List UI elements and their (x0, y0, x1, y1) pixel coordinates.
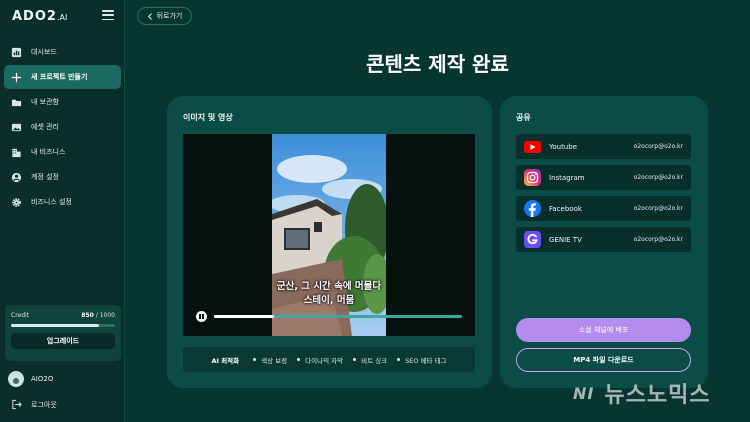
sidebar-item-business-settings[interactable]: 비즈니스 설정 (4, 190, 121, 214)
sidebar-item-assets[interactable]: 에셋 관리 (4, 115, 121, 139)
back-label: 뒤로가기 (156, 12, 183, 20)
channel-account: o2ocorp@o2o.kr (633, 205, 683, 212)
building-icon (11, 147, 22, 158)
credit-count: 850 / 1000 (81, 312, 115, 319)
logout-button[interactable]: 로그아웃 (11, 399, 57, 410)
genie-tv-icon (524, 231, 541, 248)
sidebar-item-label: 계정 설정 (31, 173, 59, 181)
channel-facebook[interactable]: Facebook o2ocorp@o2o.kr (516, 196, 691, 221)
channel-name: Instagram (549, 173, 585, 182)
youtube-icon (524, 138, 541, 155)
credit-box: Credit 850 / 1000 업그레이드 (5, 305, 121, 361)
chevron-left-icon (147, 12, 152, 20)
download-mp4-button[interactable]: MP4 파일 다운로드 (516, 348, 691, 372)
user-name: AIO2O (31, 375, 54, 383)
logout-icon (12, 399, 22, 410)
sidebar-item-label: 비즈니스 설정 (31, 198, 72, 206)
upgrade-button[interactable]: 업그레이드 (11, 333, 115, 349)
channel-genie-tv[interactable]: GENIE TV o2ocorp@o2o.kr (516, 227, 691, 252)
media-panel: 이미지 및 영상 군산, 그 시간 속에 머물다 스테이, 머뭄 AI 최적화 … (167, 96, 492, 388)
logout-label: 로그아웃 (31, 400, 57, 409)
watermark-logo: NI (573, 383, 595, 403)
channel-name: GENIE TV (549, 235, 582, 244)
sidebar-item-business[interactable]: 내 비즈니스 (4, 140, 121, 164)
caption-line-1: 군산, 그 시간 속에 머물다 (276, 281, 382, 292)
sidebar-item-label: 에셋 관리 (31, 123, 59, 131)
watermark-text: 뉴스노믹스 (604, 383, 711, 408)
news-watermark: NI 뉴스노믹스 (573, 377, 711, 409)
credit-progress-bar (11, 324, 115, 327)
video-player[interactable]: 군산, 그 시간 속에 머물다 스테이, 머뭄 (183, 134, 475, 336)
channel-instagram[interactable]: Instagram o2ocorp@o2o.kr (516, 165, 691, 190)
facebook-icon (524, 200, 541, 217)
video-caption: 군산, 그 시간 속에 머물다 스테이, 머뭄 (183, 280, 475, 308)
feature-tag: 다이나믹 자막 (297, 355, 343, 365)
sidebar-item-account-settings[interactable]: 계정 설정 (4, 165, 121, 189)
channel-account: o2ocorp@o2o.kr (633, 174, 683, 181)
user-circle-icon (11, 172, 22, 183)
instagram-icon (524, 169, 541, 186)
image-icon (11, 122, 22, 133)
sidebar-item-label: 내 보관함 (31, 98, 59, 106)
share-panel-title: 공유 (516, 113, 531, 122)
channel-account: o2ocorp@o2o.kr (633, 236, 683, 243)
back-button[interactable]: 뒤로가기 (137, 7, 192, 25)
user-profile[interactable]: AIO2O (8, 371, 53, 387)
feature-tags: AI 최적화 색상 보정 다이나믹 자막 비트 싱크 SEO 메타 태그 (183, 347, 475, 372)
video-progress-bar[interactable] (214, 315, 462, 318)
feature-tag: AI 최적화 (211, 356, 240, 365)
feature-tag: 비트 싱크 (353, 355, 387, 365)
sidebar-item-library[interactable]: 내 보관함 (4, 90, 121, 114)
channel-name: Youtube (549, 142, 577, 151)
gear-icon (11, 197, 22, 208)
hamburger-menu-icon[interactable] (102, 10, 114, 20)
deploy-social-button[interactable]: 소셜 채널에 배포 (516, 318, 691, 342)
feature-tag: 색상 보정 (253, 355, 287, 365)
avatar (8, 371, 24, 387)
sidebar-item-label: 내 비즈니스 (31, 148, 66, 156)
folder-icon (11, 97, 22, 108)
media-panel-title: 이미지 및 영상 (183, 113, 233, 122)
share-panel: 공유 Youtube o2ocorp@o2o.kr Instagram o2oc… (500, 96, 708, 388)
credit-progress-fill (11, 324, 100, 327)
app-logo[interactable]: ADO2.AI (12, 9, 67, 24)
feature-tag: SEO 메타 태그 (397, 355, 447, 365)
channel-name: Facebook (549, 204, 582, 213)
pause-button[interactable] (196, 311, 207, 322)
channel-youtube[interactable]: Youtube o2ocorp@o2o.kr (516, 134, 691, 159)
page-title: 콘텐츠 제작 완료 (366, 52, 509, 76)
channel-account: o2ocorp@o2o.kr (633, 143, 683, 150)
caption-line-2: 스테이, 머뭄 (303, 295, 355, 306)
video-progress-fill (214, 315, 274, 318)
credit-label: Credit (11, 312, 30, 319)
